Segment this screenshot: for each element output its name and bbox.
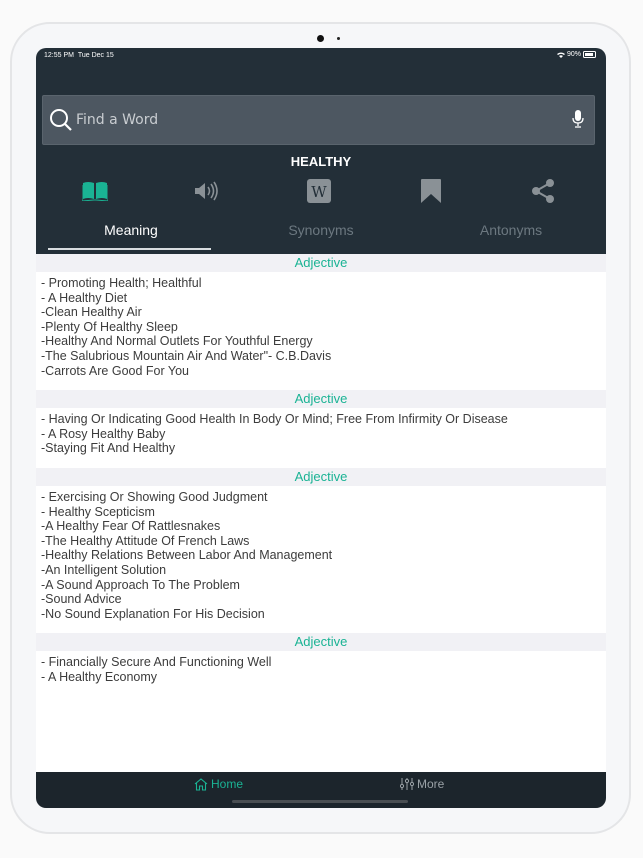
wikipedia-button[interactable]: W: [299, 176, 339, 206]
home-icon: [194, 777, 208, 791]
definitions-list[interactable]: Adjective - Promoting Health; Healthful - …: [36, 254, 606, 772]
definition-line: - Promoting Health; Healthful: [41, 276, 202, 290]
active-tab-indicator: [48, 248, 211, 250]
definition-body: - Promoting Health; Healthful - A Healthy…: [36, 272, 606, 386]
tab-meaning[interactable]: Meaning: [36, 222, 226, 238]
definition-line: -Clean Healthy Air: [41, 305, 142, 320]
header: 12:55 PM Tue Dec 15 90% Find a Word HEAL…: [36, 48, 606, 254]
definition-body: - Exercising Or Showing Good Judgment - H…: [36, 486, 606, 629]
bottom-tab-home[interactable]: Home: [194, 777, 243, 791]
tab-antonyms[interactable]: Antonyms: [416, 222, 606, 238]
search-field[interactable]: Find a Word: [42, 95, 595, 145]
definition-section: Adjective - Promoting Health; Healthful - …: [36, 254, 606, 386]
bookmark-icon: [421, 179, 441, 203]
definition-line: -Staying Fit And Healthy: [41, 441, 176, 456]
speaker-icon: [195, 181, 218, 201]
book-icon: [82, 182, 108, 201]
part-of-speech-header: Adjective: [36, 254, 606, 272]
battery-icon: [583, 51, 596, 58]
definition-section: Adjective - Having Or Indicating Good Hea…: [36, 390, 606, 464]
word-title: HEALTHY: [290, 154, 352, 169]
definition-line: - Healthy Scepticism: [41, 504, 155, 519]
action-icons: W: [36, 176, 606, 206]
definition-body: - Financially Secure And Functioning Wel…: [36, 651, 606, 692]
status-bar: 12:55 PM Tue Dec 15 90%: [36, 48, 606, 62]
definition-line: -No Sound Explanation For His Decision: [41, 606, 265, 621]
status-time: 12:55 PM Tue Dec 15: [44, 52, 114, 59]
definition-body: - Having Or Indicating Good Health In Bo…: [36, 408, 606, 464]
definition-line: -A Sound Approach To The Problem: [41, 577, 240, 592]
definition-line: -Plenty Of Healthy Sleep: [41, 319, 178, 334]
share-icon: [532, 179, 554, 203]
app-screen: 12:55 PM Tue Dec 15 90% Find a Word HEAL…: [36, 48, 606, 808]
bottom-tab-home-label: Home: [211, 777, 244, 791]
tab-bar: Meaning Synonyms Antonyms: [36, 213, 606, 253]
wifi-icon: [556, 52, 565, 58]
tab-synonyms[interactable]: Synonyms: [226, 222, 416, 238]
bottom-tab-more[interactable]: More: [400, 777, 444, 791]
pronounce-button[interactable]: [187, 176, 227, 206]
camera-icon: [317, 35, 324, 42]
battery-percent: 90%: [566, 51, 581, 58]
meaning-book-button[interactable]: [75, 176, 115, 206]
definition-line: -Carrots Are Good For You: [41, 363, 189, 378]
search-icon: [50, 109, 72, 131]
definition-line: -Healthy Relations Between Labor And Man…: [41, 548, 333, 563]
definition-section: Adjective - Financially Secure And Functi…: [36, 633, 606, 692]
definition-line: - A Healthy Economy: [41, 669, 158, 684]
part-of-speech-header: Adjective: [36, 633, 606, 652]
microphone-icon[interactable]: [572, 110, 584, 128]
search-input[interactable]: Find a Word: [76, 112, 158, 128]
definition-line: -The Healthy Attitude Of French Laws: [41, 533, 250, 548]
definition-line: -A Healthy Fear Of Rattlesnakes: [41, 519, 221, 534]
definition-line: -Healthy And Normal Outlets For Youthful…: [41, 334, 313, 349]
definition-line: - Financially Secure And Functioning Wel…: [41, 655, 272, 670]
bookmark-button[interactable]: [411, 176, 451, 206]
svg-text:W: W: [311, 183, 327, 201]
part-of-speech-header: Adjective: [36, 467, 606, 486]
sensor-icon: [337, 37, 340, 40]
share-button[interactable]: [523, 176, 563, 206]
definition-section: Adjective - Exercising Or Showing Good Ju…: [36, 467, 606, 629]
definition-line: - A Healthy Diet: [41, 290, 128, 305]
sliders-icon: [400, 778, 414, 790]
status-right: 90%: [556, 51, 596, 58]
home-indicator[interactable]: [232, 800, 408, 803]
definition-line: -The Salubrious Mountain Air And Water"-…: [41, 348, 332, 363]
definition-line: - Having Or Indicating Good Health In Bo…: [41, 412, 508, 427]
definition-line: -An Intelligent Solution: [41, 562, 167, 577]
part-of-speech-header: Adjective: [36, 390, 606, 409]
bottom-tab-bar: Home More: [36, 772, 606, 808]
bottom-tab-more-label: More: [417, 777, 445, 791]
definition-line: - A Rosy Healthy Baby: [41, 426, 166, 441]
definition-line: - Exercising Or Showing Good Judgment: [41, 489, 268, 504]
definition-line: -Sound Advice: [41, 592, 122, 607]
wikipedia-icon: W: [307, 179, 331, 203]
